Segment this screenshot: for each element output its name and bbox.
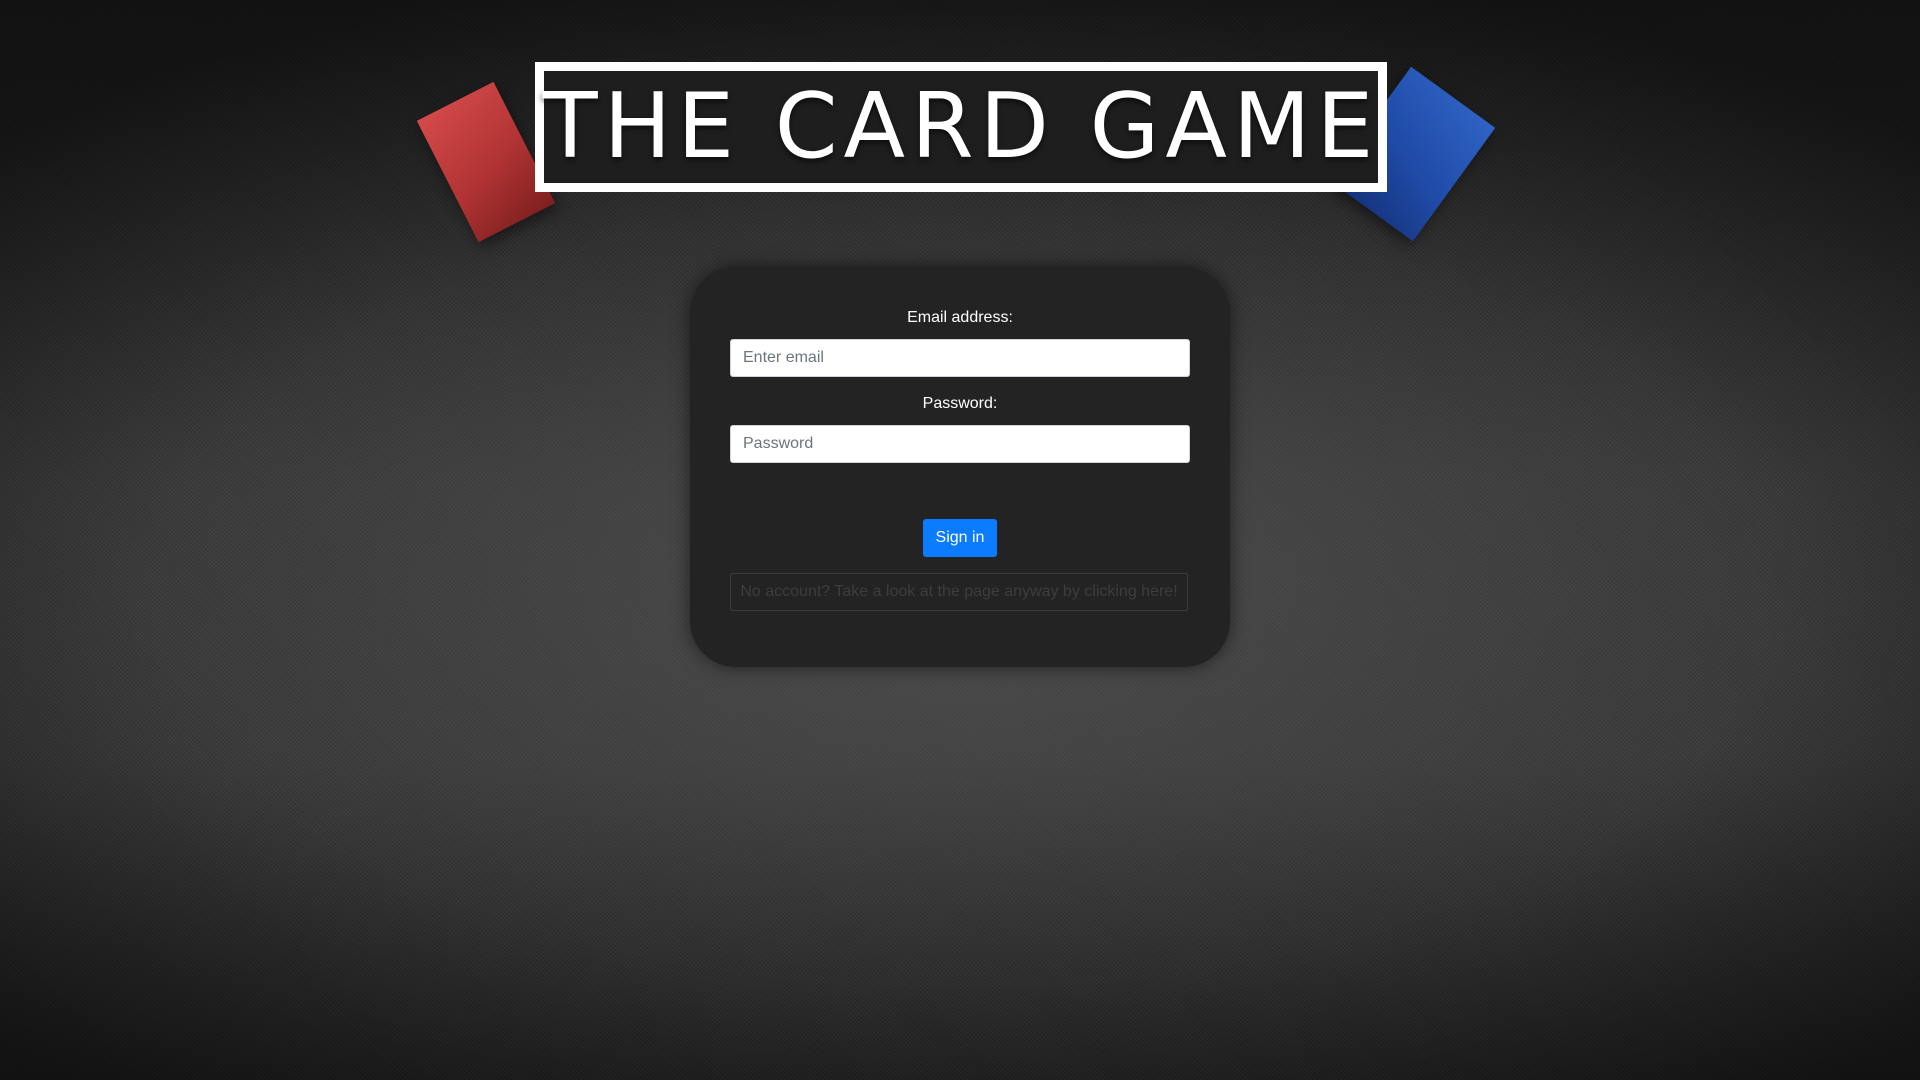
page-title: THE CARD GAME [542, 74, 1380, 179]
logo: THE CARD GAME [535, 62, 1387, 192]
sign-in-button[interactable]: Sign in [923, 519, 997, 557]
email-label: Email address: [907, 309, 1013, 326]
email-field[interactable] [730, 339, 1190, 377]
login-panel: Email address: Password: Sign in No acco… [690, 267, 1230, 667]
header: THE CARD GAME [0, 0, 1920, 260]
password-field[interactable] [730, 425, 1190, 463]
password-label: Password: [922, 395, 998, 412]
guest-access-link[interactable]: No account? Take a look at the page anyw… [730, 573, 1188, 611]
